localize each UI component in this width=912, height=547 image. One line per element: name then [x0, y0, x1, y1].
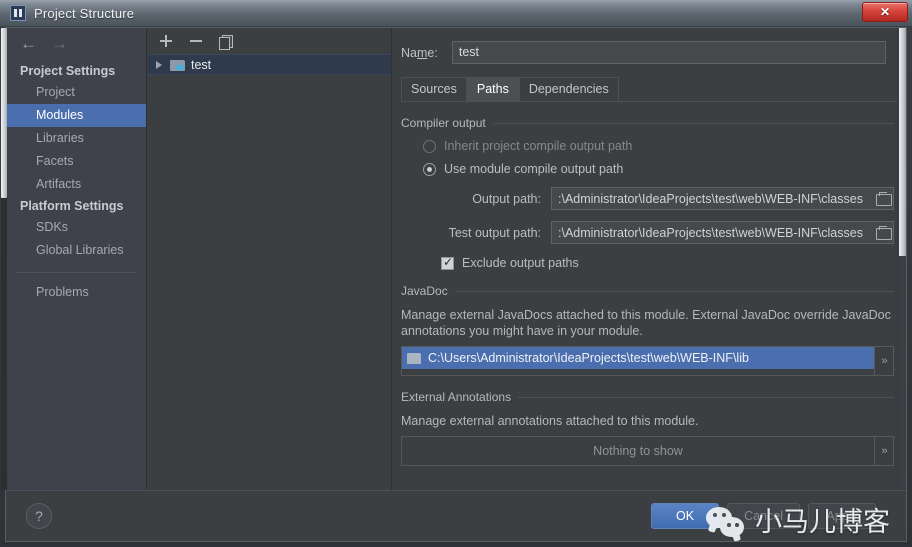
radio-use-module-output[interactable]: Use module compile output path — [423, 162, 894, 176]
window-title: Project Structure — [34, 5, 135, 21]
chevron-double-right-icon: » — [881, 445, 887, 457]
javadoc-expand-button[interactable]: » — [874, 347, 893, 375]
tab-dependencies[interactable]: Dependencies — [518, 77, 619, 101]
dialog-footer: ? OK Cancel Apply — [6, 490, 906, 541]
output-path-row: Output path: :\Administrator\IdeaProject… — [401, 187, 894, 210]
javadoc-list-inner: C:\Users\Administrator\IdeaProjects\test… — [402, 347, 874, 375]
empty-state-text: Nothing to show — [593, 444, 683, 458]
sidebar-item-sdks[interactable]: SDKs — [6, 216, 146, 239]
output-path-value: :\Administrator\IdeaProjects\test\web\WE… — [558, 191, 863, 206]
window-titlebar: Project Structure ✕ — [0, 0, 912, 26]
folder-icon — [407, 352, 421, 364]
apply-button[interactable]: Apply — [808, 503, 876, 529]
javadoc-title-row: JavaDoc — [401, 284, 894, 298]
module-name-input[interactable]: test — [451, 41, 886, 64]
sidebar-scrollbar[interactable] — [1, 28, 7, 490]
tab-sources[interactable]: Sources — [401, 77, 467, 101]
forward-arrow-icon[interactable]: → — [51, 35, 68, 52]
sidebar-item-facets[interactable]: Facets — [6, 150, 146, 173]
back-arrow-icon[interactable]: ← — [20, 35, 37, 52]
radio-icon-inherit[interactable] — [423, 139, 436, 153]
sidebar-header-project-settings: Project Settings — [20, 64, 116, 78]
module-tabs: Sources Paths Dependencies — [401, 77, 906, 101]
tabs-underline — [401, 101, 898, 102]
module-folder-icon — [170, 59, 185, 71]
module-tree-pane: test — [148, 28, 392, 490]
content-scrollbar-thumb[interactable] — [899, 28, 906, 256]
javadoc-title: JavaDoc — [401, 284, 448, 298]
ok-button[interactable]: OK — [651, 503, 720, 529]
sidebar-item-libraries[interactable]: Libraries — [6, 127, 146, 150]
module-name-label: Name: — [401, 45, 438, 60]
sidebar-item-global-libraries[interactable]: Global Libraries — [6, 239, 146, 262]
sidebar-navigation: ← → — [6, 28, 146, 56]
content-scrollbar[interactable] — [897, 28, 906, 490]
output-path-label: Output path: — [472, 191, 541, 206]
module-tree-toolbar — [148, 28, 391, 54]
exclude-output-paths-row[interactable]: Exclude output paths — [441, 255, 894, 270]
radio-label-module: Use module compile output path — [444, 162, 624, 176]
compiler-output-group: Compiler output Inherit project compile … — [401, 116, 894, 270]
sidebar-item-project[interactable]: Project — [6, 81, 146, 104]
radio-label-inherit: Inherit project compile output path — [444, 139, 633, 153]
footer-actions: OK Cancel Apply — [651, 503, 876, 529]
intellij-idea-icon — [10, 5, 26, 21]
sidebar-list: Project Settings Project Modules Librari… — [6, 56, 146, 304]
window-controls: ✕ — [862, 2, 908, 22]
external-annotations-description: Manage external annotations attached to … — [401, 414, 699, 428]
remove-icon[interactable] — [188, 33, 204, 49]
module-settings-panel: Name: test Sources Paths Dependencies Co… — [393, 28, 906, 490]
test-output-path-label: Test output path: — [448, 225, 541, 240]
output-path-field[interactable]: :\Administrator\IdeaProjects\test\web\WE… — [551, 187, 894, 210]
add-icon[interactable] — [158, 33, 174, 49]
browse-folder-icon[interactable] — [875, 188, 893, 209]
list-item[interactable]: C:\Users\Administrator\IdeaProjects\test… — [402, 347, 874, 369]
javadoc-description: Manage external JavaDocs attached to thi… — [401, 308, 891, 338]
tab-paths[interactable]: Paths — [466, 77, 519, 101]
cancel-button[interactable]: Cancel — [727, 503, 800, 529]
radio-icon-module[interactable] — [423, 162, 436, 176]
external-annotations-title-row: External Annotations — [401, 390, 894, 404]
exclude-output-paths-label: Exclude output paths — [462, 256, 579, 270]
checkbox-icon-exclude[interactable] — [441, 255, 454, 270]
external-annotations-expand-button[interactable]: » — [874, 437, 893, 465]
javadoc-group: JavaDoc Manage external JavaDocs attache… — [401, 284, 894, 376]
group-rule — [518, 396, 894, 398]
module-name-row: Name: test — [393, 28, 906, 64]
group-rule — [454, 290, 894, 292]
sidebar-divider — [16, 272, 136, 273]
settings-sidebar: ← → Project Settings Project Modules Lib… — [1, 28, 147, 490]
sidebar-header-platform-settings: Platform Settings — [20, 199, 124, 213]
external-annotations-title: External Annotations — [401, 390, 512, 404]
browse-folder-icon[interactable] — [875, 222, 893, 243]
sidebar-item-problems[interactable]: Problems — [6, 281, 146, 304]
compiler-output-title-row: Compiler output — [401, 116, 894, 130]
group-rule — [492, 122, 894, 124]
project-structure-dialog: Project Structure ✕ ← → Project Settings… — [0, 0, 912, 547]
sidebar-scrollbar-thumb[interactable] — [1, 28, 7, 198]
test-output-path-value: :\Administrator\IdeaProjects\test\web\WE… — [558, 225, 863, 240]
sidebar-item-modules[interactable]: Modules — [6, 104, 146, 127]
javadoc-path-value: C:\Users\Administrator\IdeaProjects\test… — [428, 351, 749, 365]
external-annotations-list-inner: Nothing to show — [402, 437, 874, 465]
external-annotations-list: Nothing to show » — [401, 436, 894, 466]
chevron-right-icon[interactable] — [156, 60, 162, 69]
external-annotations-group: External Annotations Manage external ann… — [401, 390, 894, 466]
test-output-path-row: Test output path: :\Administrator\IdeaPr… — [401, 221, 894, 244]
close-icon[interactable]: ✕ — [862, 2, 908, 22]
sidebar-item-artifacts[interactable]: Artifacts — [6, 173, 146, 196]
compiler-output-title: Compiler output — [401, 116, 486, 130]
test-output-path-field[interactable]: :\Administrator\IdeaProjects\test\web\WE… — [551, 221, 894, 244]
tree-row[interactable]: test — [148, 54, 391, 75]
javadoc-list: C:\Users\Administrator\IdeaProjects\test… — [401, 346, 894, 376]
copy-icon[interactable] — [218, 33, 234, 50]
help-button[interactable]: ? — [26, 503, 52, 529]
tree-node-label: test — [191, 57, 212, 72]
radio-inherit-project-output[interactable]: Inherit project compile output path — [423, 139, 894, 153]
dialog-body: ← → Project Settings Project Modules Lib… — [1, 27, 907, 542]
chevron-double-right-icon: » — [881, 355, 887, 367]
